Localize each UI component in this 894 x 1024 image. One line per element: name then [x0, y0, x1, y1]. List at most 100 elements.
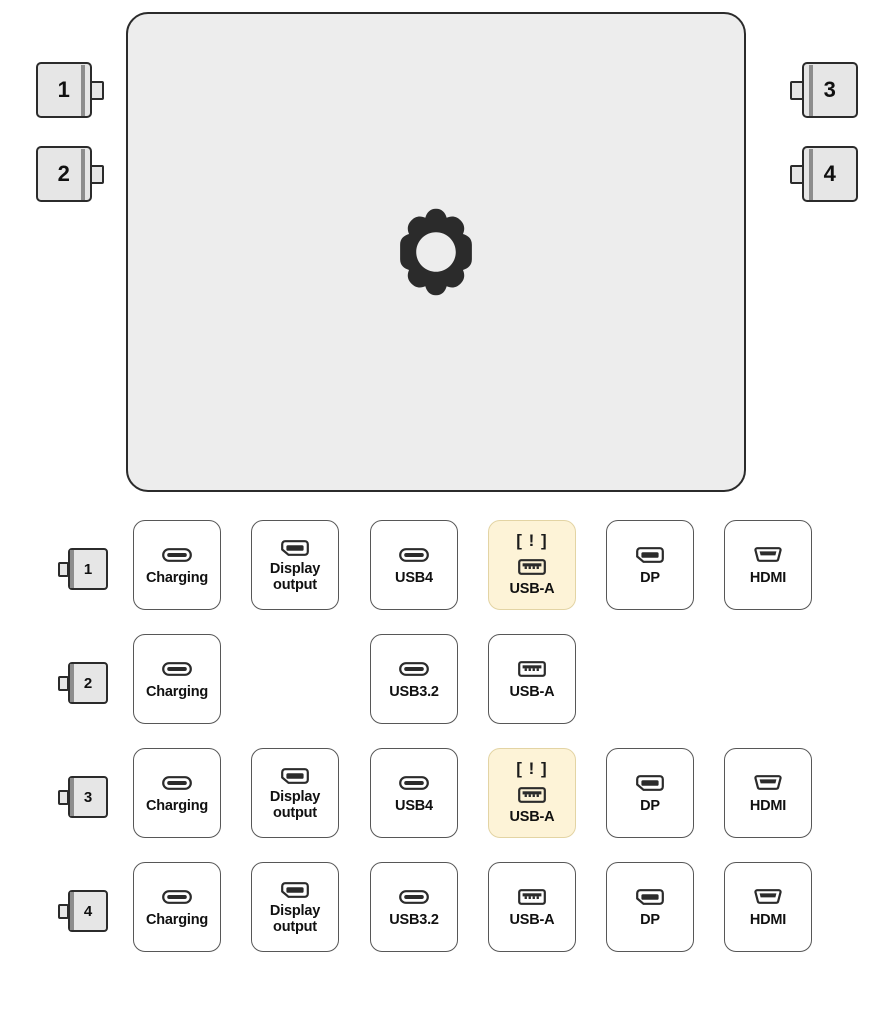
plug-stripe: [70, 778, 74, 816]
usb-c-icon: [162, 886, 192, 908]
displayport-icon: [281, 879, 309, 901]
matrix-row-port-2: 2 Charging USB3.2 USB-A: [0, 634, 894, 748]
capability-label: USB-A: [509, 911, 555, 928]
displayport-icon: [281, 765, 309, 787]
matrix-row-port-1: 1 Charging Display output USB4 [ ! ] USB-A DP H…: [0, 520, 894, 634]
plug-stripe: [809, 148, 813, 200]
plug-connector-stub: [90, 81, 104, 100]
capability-card-3-dp[interactable]: DP: [606, 748, 694, 838]
usb-c-icon: [162, 658, 192, 680]
usb-a-icon: [518, 886, 546, 908]
capability-card-2-usb_a[interactable]: USB-A: [488, 634, 576, 724]
capability-label: DP: [640, 911, 660, 928]
plug-stripe: [70, 550, 74, 588]
plug-stripe: [70, 892, 74, 930]
plug-stripe: [81, 148, 85, 200]
capability-card-1-usb_data[interactable]: USB4: [370, 520, 458, 610]
gear-icon: [390, 206, 482, 298]
row-port-badge-label: 1: [68, 548, 108, 590]
row-port-badge-1[interactable]: 1: [58, 548, 108, 590]
capability-label: USB-A: [509, 581, 555, 598]
plug-stripe: [809, 64, 813, 116]
capability-label: USB4: [395, 569, 433, 586]
warning-mark: [ ! ]: [516, 531, 548, 551]
capability-card-3-display[interactable]: Display output: [251, 748, 339, 838]
plug-connector-stub: [790, 165, 804, 184]
capability-card-3-hdmi[interactable]: HDMI: [724, 748, 812, 838]
device-port-badge-1[interactable]: 1: [36, 62, 104, 118]
capability-card-1-usb_a[interactable]: [ ! ] USB-A: [488, 520, 576, 610]
usb-a-icon: [518, 784, 546, 806]
displayport-icon: [636, 544, 664, 566]
capability-label: Display output: [269, 902, 321, 935]
row-port-badge-label: 3: [68, 776, 108, 818]
displayport-icon: [281, 537, 309, 559]
plug-connector-stub: [58, 790, 69, 805]
capability-card-3-charging[interactable]: Charging: [133, 748, 221, 838]
capability-label: Charging: [145, 911, 209, 928]
capability-label: Display output: [269, 560, 321, 593]
capability-card-3-usb_a[interactable]: [ ! ] USB-A: [488, 748, 576, 838]
usb-a-icon: [518, 556, 546, 578]
capability-card-1-display[interactable]: Display output: [251, 520, 339, 610]
hdmi-icon: [753, 886, 783, 908]
capability-card-3-usb_data[interactable]: USB4: [370, 748, 458, 838]
port-capability-matrix: 1 Charging Display output USB4 [ ! ] USB-A DP H…: [0, 520, 894, 1024]
device-port-badge-2[interactable]: 2: [36, 146, 104, 202]
capability-card-2-charging[interactable]: Charging: [133, 634, 221, 724]
capability-label: USB4: [395, 797, 433, 814]
capability-card-4-display[interactable]: Display output: [251, 862, 339, 952]
displayport-icon: [636, 886, 664, 908]
capability-label: USB3.2: [389, 911, 439, 928]
plug-stripe: [70, 664, 74, 702]
capability-label: DP: [640, 797, 660, 814]
plug-stripe: [81, 64, 85, 116]
capability-label: HDMI: [749, 569, 787, 586]
device-port-badge-4[interactable]: 4: [790, 146, 858, 202]
capability-label: USB-A: [509, 809, 555, 826]
plug-connector-stub: [58, 562, 69, 577]
device-diagram: 1 2 3 4: [0, 0, 894, 520]
usb-c-icon: [399, 886, 429, 908]
capability-label: HDMI: [749, 797, 787, 814]
plug-connector-stub: [790, 81, 804, 100]
capability-label: Display output: [269, 788, 321, 821]
plug-connector-stub: [58, 904, 69, 919]
hdmi-icon: [753, 772, 783, 794]
capability-label: DP: [640, 569, 660, 586]
capability-card-4-usb_data[interactable]: USB3.2: [370, 862, 458, 952]
displayport-icon: [636, 772, 664, 794]
capability-label: Charging: [145, 569, 209, 586]
capability-card-4-dp[interactable]: DP: [606, 862, 694, 952]
row-port-badge-4[interactable]: 4: [58, 890, 108, 932]
hdmi-icon: [753, 544, 783, 566]
warning-mark: [ ! ]: [516, 759, 548, 779]
usb-c-icon: [162, 544, 192, 566]
usb-c-icon: [399, 544, 429, 566]
capability-card-4-charging[interactable]: Charging: [133, 862, 221, 952]
matrix-row-port-3: 3 Charging Display output USB4 [ ! ] USB-A DP H…: [0, 748, 894, 862]
capability-card-4-hdmi[interactable]: HDMI: [724, 862, 812, 952]
row-port-badge-3[interactable]: 3: [58, 776, 108, 818]
plug-connector-stub: [90, 165, 104, 184]
capability-card-1-dp[interactable]: DP: [606, 520, 694, 610]
capability-label: USB3.2: [389, 683, 439, 700]
device-port-badge-3[interactable]: 3: [790, 62, 858, 118]
usb-c-icon: [399, 658, 429, 680]
row-port-badge-label: 4: [68, 890, 108, 932]
capability-label: USB-A: [509, 683, 555, 700]
capability-card-1-hdmi[interactable]: HDMI: [724, 520, 812, 610]
capability-label: Charging: [145, 683, 209, 700]
capability-label: Charging: [145, 797, 209, 814]
usb-c-icon: [162, 772, 192, 794]
matrix-row-port-4: 4 Charging Display output USB3.2 USB-A DP HDMI: [0, 862, 894, 976]
capability-card-1-charging[interactable]: Charging: [133, 520, 221, 610]
device-body: [126, 12, 746, 492]
capability-label: HDMI: [749, 911, 787, 928]
row-port-badge-label: 2: [68, 662, 108, 704]
capability-card-4-usb_a[interactable]: USB-A: [488, 862, 576, 952]
capability-card-2-usb_data[interactable]: USB3.2: [370, 634, 458, 724]
row-port-badge-2[interactable]: 2: [58, 662, 108, 704]
usb-c-icon: [399, 772, 429, 794]
usb-a-icon: [518, 658, 546, 680]
